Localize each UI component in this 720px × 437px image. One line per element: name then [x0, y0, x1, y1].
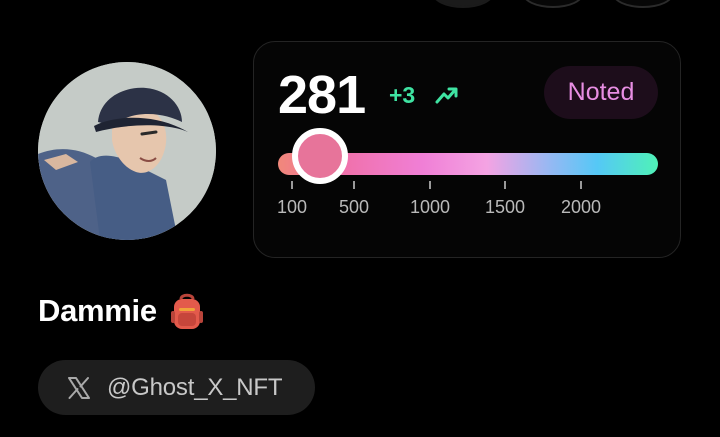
twitter-handle-button[interactable]: @Ghost_X_NFT: [38, 360, 315, 415]
profile-name: Dammie: [38, 293, 157, 328]
slider-tick-label: 1500: [484, 197, 526, 217]
top-action-button-2[interactable]: [522, 0, 584, 8]
slider-tick-label: 1000: [409, 197, 451, 217]
score-delta: +3: [389, 82, 416, 108]
backpack-icon: [170, 293, 203, 329]
slider-tick: [580, 181, 582, 189]
top-action-button-3[interactable]: [612, 0, 674, 8]
avatar[interactable]: [38, 62, 216, 240]
trending-up-icon: [435, 87, 458, 104]
profile-name-row: Dammie: [38, 290, 207, 332]
twitter-handle: @Ghost_X_NFT: [107, 373, 283, 401]
slider-tick: [504, 181, 506, 189]
avatar-image: [38, 62, 216, 240]
x-logo-icon: [68, 376, 90, 399]
slider-tick: [429, 181, 431, 189]
slider-tick-label: 500: [338, 197, 370, 217]
slider-tick: [291, 181, 293, 189]
status-badge: Noted: [544, 66, 658, 119]
slider-tick-label: 100: [276, 197, 308, 217]
score-card: 281 +3 Noted 100 500 1000 1500 2000: [253, 41, 681, 258]
score-slider-thumb[interactable]: [292, 128, 349, 184]
slider-tick: [353, 181, 355, 189]
score-value: 281: [278, 65, 366, 125]
slider-tick-label: 2000: [560, 197, 602, 217]
top-action-button-1[interactable]: [432, 0, 494, 8]
